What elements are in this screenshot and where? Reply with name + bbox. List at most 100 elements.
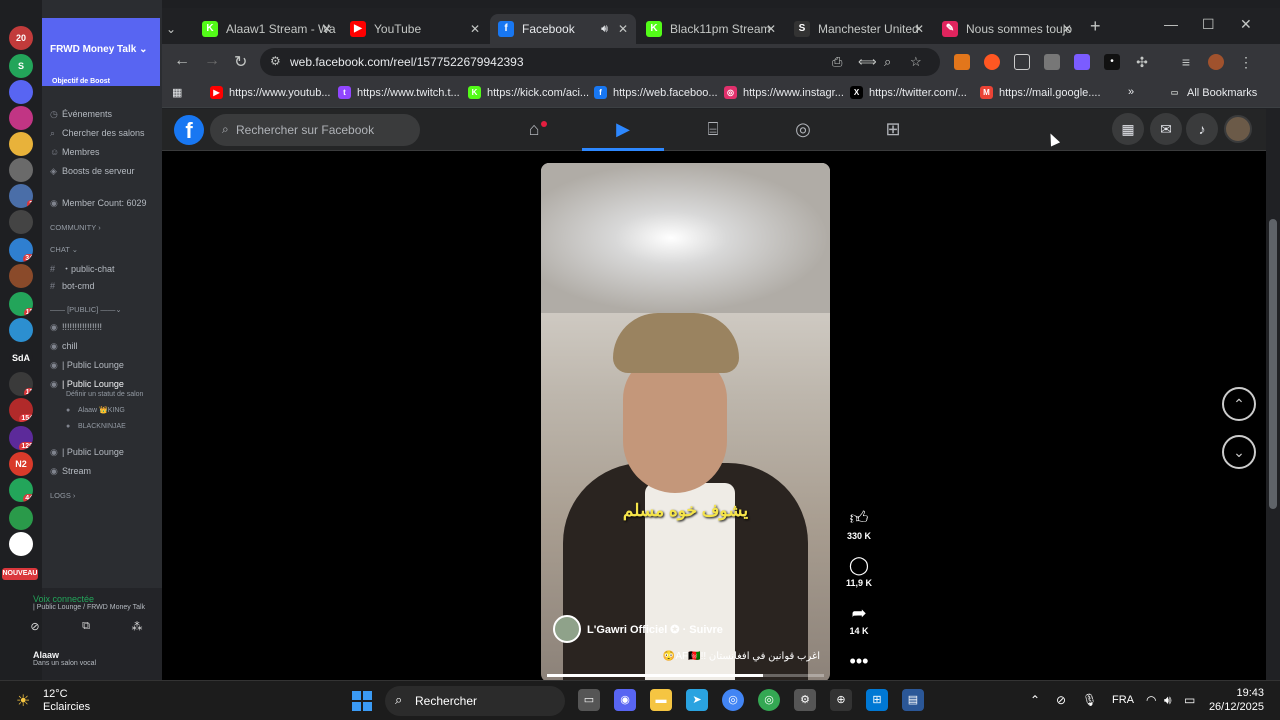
channel-item[interactable]: ◉!!!!!!!!!!!!!!!!	[50, 322, 102, 333]
activities-icon[interactable]: ⁂	[122, 620, 152, 638]
server-icon[interactable]	[9, 264, 33, 288]
microphone-icon[interactable]: 🎙︎	[1082, 693, 1097, 707]
bookmark-item[interactable]: ◎ https://www.instagr...	[724, 86, 844, 99]
discord-icon[interactable]: ◉	[614, 689, 636, 711]
new-tab-button[interactable]: +	[1090, 16, 1101, 37]
facebook-logo[interactable]: f	[174, 115, 204, 145]
server-icon[interactable]: 11	[9, 292, 33, 316]
channel-item[interactable]: ◷ Événements	[50, 109, 112, 120]
minimize-icon[interactable]: —	[1164, 16, 1178, 32]
video-icon[interactable]: ▶	[608, 119, 638, 140]
video-progress-bar[interactable]	[547, 674, 824, 677]
microsoft-store-icon[interactable]: ⊞	[866, 689, 888, 711]
url-text[interactable]: web.facebook.com/reel/1577522679942393	[290, 55, 524, 69]
tab-search-icon[interactable]: ⌄	[166, 14, 186, 44]
app-icon[interactable]: ⊕	[830, 689, 852, 711]
wifi-icon[interactable]: ◠	[1146, 693, 1156, 707]
server-icon[interactable]: 34	[9, 238, 33, 262]
server-icon[interactable]	[9, 506, 33, 530]
chrome-icon[interactable]: ◎	[722, 689, 744, 711]
more-options-button[interactable]: •••	[842, 651, 876, 672]
browser-tab[interactable]: K Alaaw1 Stream - Wa ✕	[194, 14, 340, 44]
tab-audio-icon[interactable]: 🔊︎	[601, 23, 608, 36]
chrome-profile-icon[interactable]: ◎	[758, 689, 780, 711]
browser-tab[interactable]: ▶ YouTube ✕	[342, 14, 488, 44]
weather-description[interactable]: Eclaircies	[43, 701, 90, 713]
gaming-icon[interactable]: ⊞	[878, 119, 908, 140]
close-tab-icon[interactable]: ✕	[470, 22, 480, 36]
messenger-icon[interactable]: ✉	[1150, 113, 1182, 145]
start-button[interactable]	[352, 691, 372, 711]
server-icon[interactable]	[9, 106, 33, 130]
language-indicator[interactable]: FRA	[1112, 694, 1134, 706]
browser-tab[interactable]: K Black11pm Stream ✕	[638, 14, 784, 44]
zoom-icon[interactable]: ⌕	[884, 54, 891, 70]
share-button[interactable]: ➦ 14 K	[842, 603, 876, 636]
server-icon[interactable]: 20	[9, 26, 33, 50]
extension-icon[interactable]	[1014, 54, 1030, 70]
next-reel-chevron-down-icon[interactable]: ⌄	[1222, 435, 1256, 469]
translate-icon[interactable]: ⟺	[858, 54, 877, 70]
address-bar[interactable]: ⚙ web.facebook.com/reel/1577522679942393…	[260, 48, 940, 76]
channel-category[interactable]: LOGS ›	[50, 491, 75, 500]
scrollbar-thumb[interactable]	[1269, 219, 1277, 509]
server-icon[interactable]: 154	[9, 398, 33, 422]
channel-item[interactable]: Définir un statut de salon	[66, 391, 143, 398]
facebook-search-input[interactable]: ⌕ Rechercher sur Facebook	[210, 114, 420, 146]
channel-item[interactable]: # bot-cmd	[50, 281, 95, 291]
more-bookmarks-icon[interactable]: »	[1128, 86, 1134, 98]
account-avatar[interactable]	[1224, 115, 1252, 143]
guild-name[interactable]: FRWD Money Talk ⌄	[50, 44, 147, 55]
camera-off-icon[interactable]: ⊘	[20, 620, 50, 638]
show-hidden-icons-chevron-up-icon[interactable]: ⌃	[1030, 693, 1040, 707]
channel-item[interactable]: ☺ Membres	[50, 147, 100, 157]
back-icon[interactable]: ←	[174, 52, 190, 70]
extension-icon[interactable]	[1074, 54, 1090, 70]
author-avatar[interactable]	[553, 615, 581, 643]
channel-item[interactable]: ● Alaaw 👑KING	[66, 406, 125, 414]
defender-icon[interactable]: ⊘	[1056, 693, 1066, 707]
channel-item[interactable]: ◉ | Public Lounge	[50, 379, 124, 390]
file-explorer-icon[interactable]: ▬	[650, 689, 672, 711]
weather-icon[interactable]: ☀	[16, 691, 30, 711]
reload-icon[interactable]: ↻	[234, 52, 247, 72]
site-info-icon[interactable]: ⚙	[270, 54, 281, 68]
close-tab-icon[interactable]: ✕	[322, 22, 332, 36]
calculator-icon[interactable]: ▤	[902, 689, 924, 711]
channel-item[interactable]: ◉ Member Count: 6029	[50, 198, 147, 209]
channel-item[interactable]: ● BLACKNINJAE	[66, 423, 126, 430]
server-icon[interactable]: 129	[9, 426, 33, 450]
server-icon[interactable]: N2	[9, 452, 33, 476]
server-icon[interactable]	[9, 532, 33, 556]
marketplace-icon[interactable]: ⌸	[698, 119, 728, 140]
channel-item[interactable]: # ・public-chat	[50, 262, 115, 275]
server-icon[interactable]: 11	[9, 372, 33, 396]
all-bookmarks[interactable]: ▭ All Bookmarks	[1168, 86, 1258, 99]
browser-tab[interactable]: S Manchester United ✕	[786, 14, 932, 44]
channel-item[interactable]: ◉ | Public Lounge	[50, 360, 124, 371]
page-scrollbar[interactable]	[1266, 109, 1280, 688]
extension-icon[interactable]	[1044, 54, 1060, 70]
channel-item[interactable]: ◉ Stream	[50, 466, 91, 477]
telegram-icon[interactable]: ➤	[686, 689, 708, 711]
maximize-icon[interactable]: ☐	[1202, 16, 1215, 33]
bookmark-item[interactable]: Mhttps://mail.google....	[980, 86, 1101, 99]
extensions-puzzle-icon[interactable]: ✣	[1134, 54, 1150, 70]
bookmark-item[interactable]: Xhttps://twitter.com/...	[850, 86, 967, 99]
channel-item[interactable]: ◈ Boosts de serveur	[50, 166, 135, 177]
notifications-bell-icon[interactable]: ♪	[1186, 113, 1218, 145]
server-icon[interactable]: SdA	[9, 346, 33, 370]
close-tab-icon[interactable]: ✕	[766, 22, 776, 36]
close-tab-icon[interactable]: ✕	[914, 22, 924, 36]
menu-grid-icon[interactable]: ▦	[1112, 113, 1144, 145]
install-app-icon[interactable]: ⎙	[832, 54, 842, 70]
battery-icon[interactable]: ▭	[1184, 693, 1195, 707]
settings-gear-icon[interactable]: ⚙	[794, 689, 816, 711]
forward-icon[interactable]: →	[204, 52, 220, 70]
server-icon[interactable]	[9, 318, 33, 342]
extension-icon[interactable]: •	[1104, 54, 1120, 70]
browser-tab[interactable]: f Facebook 🔊︎ ✕	[490, 14, 636, 44]
profile-avatar[interactable]	[1208, 54, 1224, 70]
channel-category[interactable]: —— [PUBLIC] ——⌄	[50, 305, 122, 314]
comment-button[interactable]: ◯ 11,9 K	[842, 555, 876, 588]
